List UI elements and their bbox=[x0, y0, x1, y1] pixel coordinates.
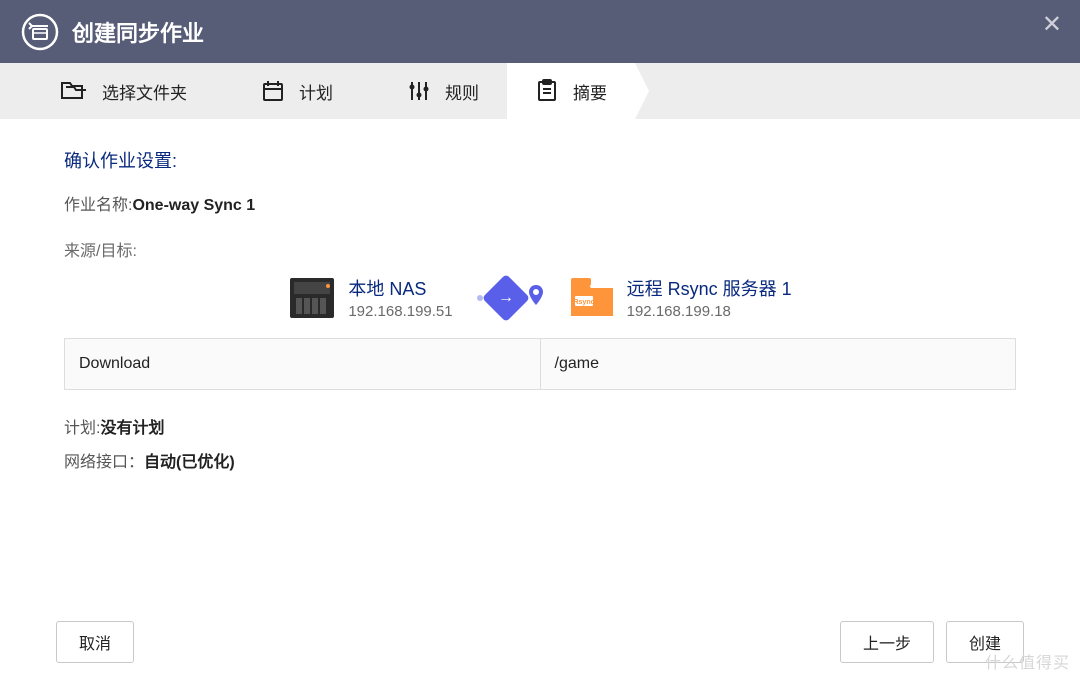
target-name: 远程 Rsync 服务器 1 bbox=[627, 275, 792, 301]
source-target-label: 来源/目标: bbox=[64, 237, 1016, 261]
step-bar: 选择文件夹 计划 规则 摘要 bbox=[0, 63, 1080, 119]
source-ip: 192.168.199.51 bbox=[348, 303, 452, 320]
rsync-server-icon: Rsync bbox=[567, 276, 615, 320]
step-label: 计划 bbox=[299, 79, 333, 104]
nas-icon bbox=[288, 276, 336, 320]
svg-text:Rsync: Rsync bbox=[573, 299, 594, 306]
interface-label: 网络接口： bbox=[64, 454, 144, 471]
target-ip: 192.168.199.18 bbox=[627, 303, 792, 320]
cancel-button[interactable]: 取消 bbox=[56, 621, 134, 663]
schedule-label: 计划: bbox=[64, 420, 100, 437]
source-endpoint: 本地 NAS 192.168.199.51 bbox=[288, 275, 452, 320]
step-label: 摘要 bbox=[573, 79, 607, 104]
footer: 取消 上一步 创建 bbox=[0, 621, 1080, 663]
close-icon[interactable]: ✕ bbox=[1042, 10, 1062, 39]
interface-line: 网络接口：自动(已优化) bbox=[64, 448, 1016, 472]
create-button[interactable]: 创建 bbox=[946, 621, 1024, 663]
step-label: 规则 bbox=[445, 79, 479, 104]
folder-icon bbox=[60, 79, 88, 103]
location-pin-icon bbox=[529, 285, 543, 310]
step-summary[interactable]: 摘要 bbox=[507, 63, 635, 119]
schedule-line: 计划:没有计划 bbox=[64, 414, 1016, 438]
arrow-icon: → bbox=[482, 273, 530, 321]
content-area: 确认作业设置: 作业名称:One-way Sync 1 来源/目标: 本地 NA… bbox=[0, 119, 1080, 472]
target-path: /game bbox=[540, 339, 1016, 389]
path-table: Download /game bbox=[64, 338, 1016, 390]
source-path: Download bbox=[65, 339, 540, 389]
job-name-line: 作业名称:One-way Sync 1 bbox=[64, 191, 1016, 215]
titlebar: 创建同步作业 ✕ bbox=[0, 0, 1080, 63]
endpoints-row: 本地 NAS 192.168.199.51 → Rsync 远程 Rsync 服… bbox=[64, 275, 1016, 320]
previous-button[interactable]: 上一步 bbox=[840, 621, 934, 663]
section-title: 确认作业设置: bbox=[64, 147, 1016, 173]
step-select-folder[interactable]: 选择文件夹 bbox=[32, 63, 215, 119]
step-schedule[interactable]: 计划 bbox=[233, 63, 361, 119]
sliders-icon bbox=[407, 79, 431, 103]
job-name-label: 作业名称: bbox=[64, 197, 132, 214]
sync-icon bbox=[20, 12, 60, 52]
step-label: 选择文件夹 bbox=[102, 79, 187, 104]
job-name-value: One-way Sync 1 bbox=[132, 197, 255, 214]
summary-icon bbox=[535, 79, 559, 103]
source-name: 本地 NAS bbox=[348, 275, 452, 301]
titlebar-title: 创建同步作业 bbox=[72, 16, 204, 48]
target-endpoint: Rsync 远程 Rsync 服务器 1 192.168.199.18 bbox=[567, 275, 792, 320]
interface-value: 自动(已优化) bbox=[144, 454, 235, 471]
schedule-value: 没有计划 bbox=[100, 420, 164, 437]
calendar-icon bbox=[261, 79, 285, 103]
direction-arrow: → bbox=[477, 281, 543, 315]
step-rules[interactable]: 规则 bbox=[379, 63, 507, 119]
dot-icon bbox=[477, 295, 483, 301]
